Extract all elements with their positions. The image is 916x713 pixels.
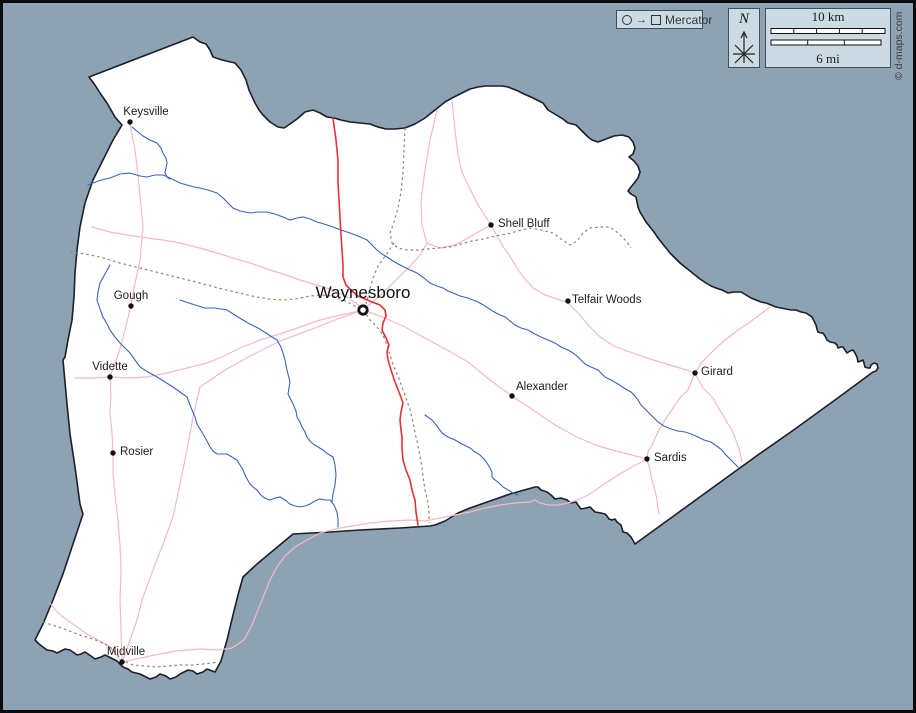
city-label-alexander: Alexander [516, 381, 568, 394]
city-label-waynesboro: Waynesboro [316, 284, 411, 302]
map-stage: Keysville Shell Bluff Waynesboro Telfair… [0, 0, 916, 713]
city-marker-waynesboro [359, 306, 367, 314]
map-square-icon [651, 15, 661, 25]
city-label-vidette: Vidette [92, 361, 128, 374]
north-label: N [739, 11, 749, 27]
city-marker-sardis [644, 456, 649, 461]
scale-panel: 10 km 6 mi [765, 8, 891, 68]
city-label-rosier: Rosier [120, 446, 153, 459]
city-marker-keysville [127, 119, 132, 124]
city-marker-alexander [509, 393, 514, 398]
city-label-midville: Midville [107, 646, 145, 659]
city-label-keysville: Keysville [123, 106, 168, 119]
projection-label: Mercator [665, 13, 712, 27]
compass-panel: N [728, 8, 760, 68]
city-label-girard: Girard [701, 366, 733, 379]
city-marker-shell-bluff [488, 222, 493, 227]
compass-rose-icon [728, 27, 760, 67]
projection-arrow-icon: → [636, 16, 647, 24]
city-label-shell-bluff: Shell Bluff [498, 218, 550, 231]
city-label-gough: Gough [114, 290, 149, 303]
copyright-credit: © d-maps.com [893, 8, 905, 80]
city-marker-gough [128, 303, 133, 308]
globe-circle-icon [622, 15, 632, 25]
scale-km-label: 10 km [812, 10, 845, 24]
city-marker-vidette [107, 374, 112, 379]
city-marker-telfair-woods [565, 298, 570, 303]
city-marker-girard [692, 370, 697, 375]
scale-mi-label: 6 mi [816, 52, 839, 66]
projection-panel: → Mercator [616, 10, 703, 29]
city-marker-midville [119, 659, 124, 664]
scale-bars [765, 27, 891, 49]
city-marker-rosier [110, 450, 115, 455]
city-label-sardis: Sardis [654, 452, 687, 465]
city-label-telfair-woods: Telfair Woods [572, 294, 641, 307]
